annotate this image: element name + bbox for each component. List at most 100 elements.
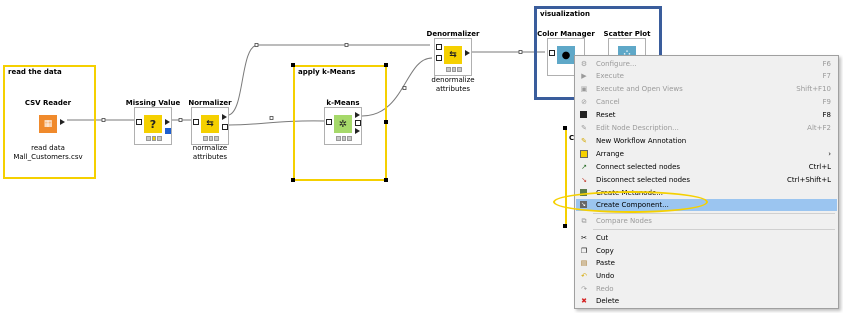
connect-icon: ↗ bbox=[581, 163, 587, 171]
menu-separator bbox=[593, 229, 835, 230]
menu-item-undo[interactable]: ↶ Undo bbox=[576, 270, 837, 282]
execute-open-icon: ▣ bbox=[580, 85, 588, 93]
menu-item-label: Edit Node Description... bbox=[596, 124, 679, 132]
selection-handle[interactable] bbox=[563, 126, 567, 130]
node-normalizer[interactable]: ⇆ bbox=[191, 107, 229, 145]
node-missing-value[interactable]: ? bbox=[134, 107, 172, 145]
scale-icon: ⇆ bbox=[201, 115, 219, 133]
model-port[interactable] bbox=[165, 128, 171, 134]
node-label-line: Mall_Customers.csv bbox=[13, 153, 83, 161]
menu-item-label: Redo bbox=[596, 285, 614, 293]
model-port[interactable] bbox=[355, 120, 361, 126]
cluster-icon: ✲ bbox=[334, 115, 352, 133]
menu-item-shortcut: F7 bbox=[822, 72, 831, 80]
menu-item-label: Connect selected nodes bbox=[596, 163, 681, 171]
menu-item-label: Undo bbox=[596, 272, 615, 280]
input-port[interactable] bbox=[549, 50, 555, 56]
menu-item-label: Delete bbox=[596, 297, 619, 305]
menu-item-execute[interactable]: ▶ Execute F7 bbox=[576, 70, 837, 82]
cancel-icon: ⊘ bbox=[581, 98, 587, 106]
menu-item-label: Reset bbox=[596, 111, 616, 119]
disconnect-icon: ↘ bbox=[581, 176, 587, 184]
table-import-icon: ▦ bbox=[39, 115, 57, 133]
node-label-normalizer: normalize attributes bbox=[193, 144, 227, 162]
node-title-missing-value: Missing Value bbox=[125, 99, 181, 107]
node-csv-reader[interactable]: ▦ bbox=[29, 107, 67, 145]
menu-item-label: Disconnect selected nodes bbox=[596, 176, 691, 184]
menu-item-label: Execute bbox=[596, 72, 624, 80]
output-port[interactable] bbox=[222, 114, 227, 120]
menu-item-cancel[interactable]: ⊘ Cancel F9 bbox=[576, 96, 837, 108]
menu-item-shortcut: Alt+F2 bbox=[807, 124, 831, 132]
node-title-kmeans: k-Means bbox=[326, 99, 360, 107]
configure-icon: ⚙ bbox=[580, 60, 588, 68]
annotation-icon: ✎ bbox=[581, 137, 587, 145]
output-port[interactable] bbox=[165, 119, 170, 125]
menu-item-label: Cancel bbox=[596, 98, 620, 106]
execute-icon: ▶ bbox=[581, 72, 587, 80]
menu-item-shortcut: Ctrl+L bbox=[808, 163, 831, 171]
menu-item-cut[interactable]: ✂ Cut bbox=[576, 232, 837, 244]
status-traffic-light bbox=[203, 136, 220, 141]
compare-icon: ⧉ bbox=[581, 216, 587, 225]
input-port[interactable] bbox=[436, 55, 442, 61]
node-kmeans[interactable]: ✲ bbox=[324, 107, 362, 145]
annotation-title: visualization bbox=[540, 10, 590, 18]
model-port[interactable] bbox=[222, 124, 228, 130]
node-title-scatter-plot: Scatter Plot bbox=[603, 30, 651, 38]
selection-handle[interactable] bbox=[384, 178, 388, 182]
menu-item-reset[interactable]: Reset F8 bbox=[576, 109, 837, 121]
menu-item-delete[interactable]: ✖ Delete bbox=[576, 295, 837, 307]
undo-icon: ↶ bbox=[581, 272, 587, 280]
node-denormalizer[interactable]: ⇆ bbox=[434, 38, 472, 76]
menu-item-shortcut: F6 bbox=[822, 60, 831, 68]
node-label-line: normalize bbox=[192, 144, 228, 152]
output-port[interactable] bbox=[355, 128, 360, 134]
menu-item-execute-open-views[interactable]: ▣ Execute and Open Views Shift+F10 bbox=[576, 83, 837, 95]
node-label-denormalizer: denormalize attributes bbox=[431, 76, 474, 94]
menu-item-create-metanode[interactable]: Create Metanode... bbox=[576, 187, 837, 199]
node-label-csv-reader: read data Mall_Customers.csv bbox=[13, 144, 82, 162]
selection-handle[interactable] bbox=[291, 178, 295, 182]
menu-item-new-workflow-annotation[interactable]: ✎ New Workflow Annotation bbox=[576, 135, 837, 147]
reset-icon bbox=[580, 111, 587, 118]
menu-item-label: Execute and Open Views bbox=[596, 85, 683, 93]
model-port[interactable] bbox=[436, 44, 442, 50]
menu-item-paste[interactable]: ▤ Paste bbox=[576, 257, 837, 269]
status-traffic-light bbox=[146, 136, 163, 141]
menu-item-label: Paste bbox=[596, 259, 615, 267]
paste-icon: ▤ bbox=[580, 259, 588, 267]
menu-item-shortcut: Ctrl+Shift+L bbox=[787, 176, 831, 184]
node-title-normalizer: Normalizer bbox=[188, 99, 232, 107]
menu-item-label: Configure... bbox=[596, 60, 637, 68]
menu-item-compare-nodes[interactable]: ⧉ Compare Nodes bbox=[576, 215, 837, 227]
menu-item-create-component[interactable]: ↘ Create Component... bbox=[576, 199, 837, 211]
input-port[interactable] bbox=[326, 119, 332, 125]
menu-item-connect-selected-nodes[interactable]: ↗ Connect selected nodes Ctrl+L bbox=[576, 161, 837, 173]
menu-item-configure[interactable]: ⚙ Configure... F6 bbox=[576, 58, 837, 70]
menu-item-disconnect-selected-nodes[interactable]: ↘ Disconnect selected nodes Ctrl+Shift+L bbox=[576, 174, 837, 186]
menu-item-edit-node-description[interactable]: ✎ Edit Node Description... Alt+F2 bbox=[576, 122, 837, 134]
selection-handle[interactable] bbox=[563, 224, 567, 228]
menu-item-label: Copy bbox=[596, 247, 614, 255]
output-port[interactable] bbox=[465, 50, 470, 56]
menu-item-label: Arrange bbox=[596, 150, 624, 158]
menu-item-copy[interactable]: ❐ Copy bbox=[576, 245, 837, 257]
copy-icon: ❐ bbox=[580, 247, 588, 255]
selection-handle[interactable] bbox=[384, 120, 388, 124]
output-port[interactable] bbox=[60, 119, 65, 125]
menu-item-arrange[interactable]: Arrange › bbox=[576, 148, 837, 160]
component-icon: ↘ bbox=[580, 201, 587, 208]
selection-handle[interactable] bbox=[384, 63, 388, 67]
input-port[interactable] bbox=[193, 119, 199, 125]
menu-item-shortcut: F8 bbox=[822, 111, 831, 119]
menu-item-redo[interactable]: ↷ Redo bbox=[576, 283, 837, 295]
edit-description-icon: ✎ bbox=[581, 124, 587, 132]
annotation-title: read the data bbox=[8, 68, 62, 76]
input-port[interactable] bbox=[136, 119, 142, 125]
status-traffic-light bbox=[336, 136, 353, 141]
menu-separator bbox=[593, 213, 835, 214]
selection-handle[interactable] bbox=[291, 63, 295, 67]
menu-item-label: Compare Nodes bbox=[596, 217, 652, 225]
output-port[interactable] bbox=[355, 112, 360, 118]
